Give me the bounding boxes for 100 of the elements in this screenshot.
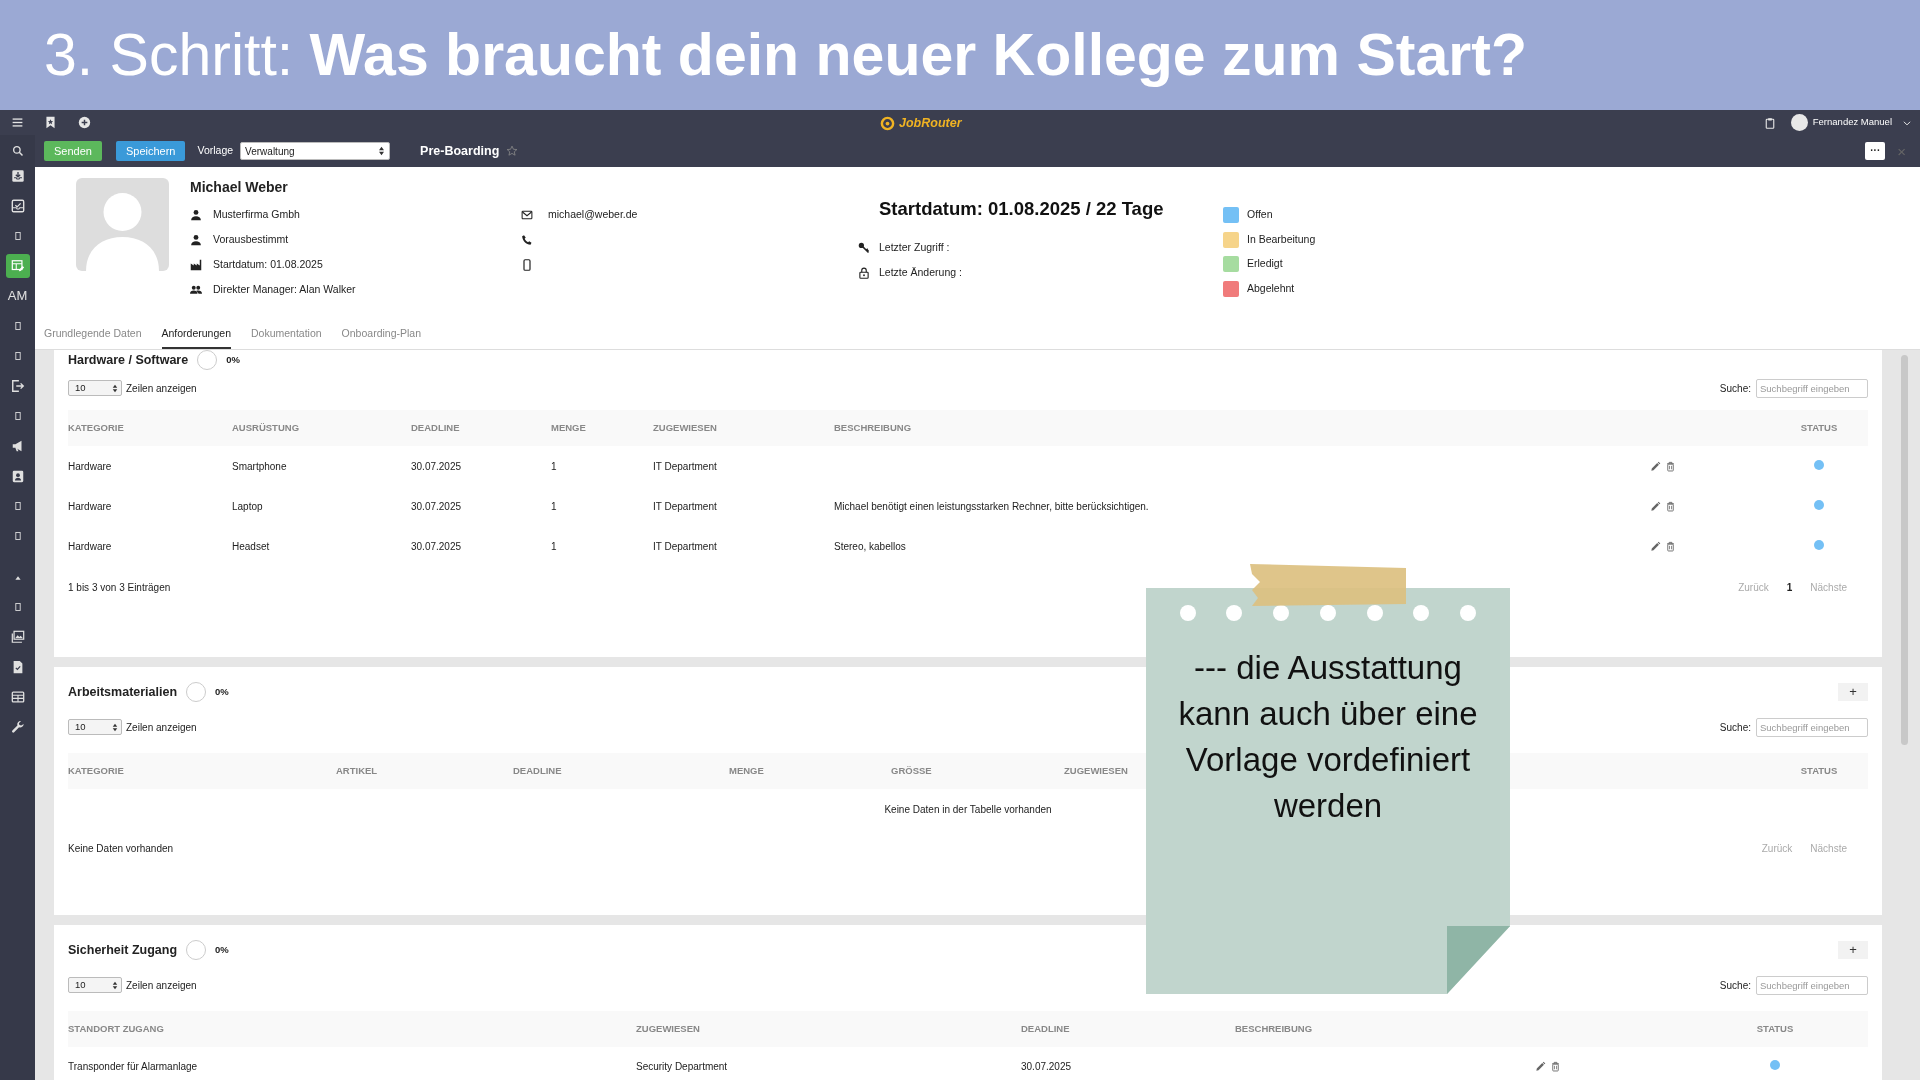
tab[interactable]: Grundlegende Daten — [44, 326, 142, 349]
table-cell-text: Stereo, kabellos — [834, 539, 907, 554]
ring-icon — [185, 939, 208, 961]
legend-label: Offen — [1247, 207, 1273, 223]
wrench-icon — [10, 720, 25, 734]
page-length-select[interactable]: 10 — [68, 977, 122, 993]
column-header: DEADLINE — [1021, 1011, 1235, 1047]
star-icon[interactable] — [506, 145, 519, 157]
section-title: Sicherheit Zugang — [68, 941, 178, 959]
template-select[interactable]: Verwaltung — [240, 142, 391, 160]
menu-icon[interactable] — [11, 116, 24, 129]
pencil-icon[interactable] — [1650, 460, 1661, 472]
folded-corner-drawing — [1447, 926, 1510, 994]
legend-label: Erledigt — [1247, 256, 1283, 272]
trash-icon[interactable] — [1665, 460, 1676, 472]
table-cell: Hardware — [68, 446, 232, 486]
table-cell: 1 — [551, 486, 653, 526]
more-button[interactable]: ··· — [1865, 142, 1886, 160]
table-cell: 30.07.2025 — [411, 446, 551, 486]
table-cell: Headset — [232, 526, 411, 566]
column-header: ZUGEWIESEN — [653, 410, 834, 446]
user-avatar[interactable] — [1790, 114, 1808, 131]
contact-badge-icon — [10, 469, 25, 483]
pencil-icon[interactable] — [1650, 540, 1661, 552]
ring-icon — [185, 681, 208, 703]
table-cell: IT Department — [653, 486, 834, 526]
person-icon — [190, 208, 202, 221]
field-label: Letzter Zugriff : — [879, 239, 950, 255]
table-cell: IT Department — [653, 526, 834, 566]
sort-arrows-icon — [112, 980, 118, 990]
bookmark-icon[interactable] — [44, 116, 57, 129]
search-label: Suche: — [1719, 381, 1751, 396]
table-cell: Hardware — [68, 526, 232, 566]
detail-text: Startdatum: 01.08.2025 — [213, 256, 323, 272]
page-length-label: Zeilen anzeigen — [126, 381, 197, 396]
sidebar-item[interactable]: AM — [5, 284, 30, 308]
table-cell: 1 — [551, 526, 653, 566]
column-header: STATUS — [1720, 1011, 1830, 1047]
page-length-label: Zeilen anzeigen — [126, 978, 197, 993]
search-field[interactable]: Suchbegriff eingeben — [1756, 717, 1868, 737]
employee-name: Michael Weber — [190, 178, 289, 197]
page-link[interactable]: 1 — [1768, 579, 1793, 595]
start-date-heading: Startdatum: 01.08.2025 / 22 Tage — [879, 197, 1165, 221]
table-cell-text: Michael benötigt einen leistungsstarken Rechner, bitte berücksichtigen. — [834, 499, 1150, 514]
page-length-select[interactable]: 10 — [68, 719, 122, 735]
add-circle-icon[interactable] — [78, 116, 91, 129]
table-cell: 30.07.2025 — [1021, 1047, 1235, 1080]
page-length-select[interactable]: 10 — [68, 380, 122, 396]
mail-icon — [521, 208, 533, 221]
gallery-icon — [10, 630, 25, 644]
clipboard-icon[interactable] — [1763, 116, 1776, 129]
lock-icon — [858, 266, 870, 279]
progress-percent: 0% — [215, 942, 229, 957]
column-header: STANDORT ZUGANG — [68, 1011, 636, 1047]
scrollbar-thumb[interactable] — [1901, 355, 1908, 745]
trash-icon[interactable] — [1550, 1060, 1561, 1072]
user-name[interactable]: Fernandez Manuel — [1812, 115, 1892, 130]
tab[interactable]: Dokumentation — [251, 326, 322, 349]
table-cell: Transponder für Alarmanlage — [68, 1047, 636, 1080]
pencil-icon[interactable] — [1650, 500, 1661, 512]
sort-arrows-icon — [112, 383, 118, 393]
add-button[interactable]: + — [1838, 683, 1868, 701]
column-header: STATUS — [1770, 410, 1868, 446]
add-button[interactable]: + — [1838, 941, 1868, 959]
search-field[interactable]: Suchbegriff eingeben — [1756, 378, 1868, 398]
column-header: ARTIKEL — [336, 753, 513, 789]
table-cell: Hardware — [68, 486, 232, 526]
mobile-phone-icon — [521, 258, 533, 271]
table-info: 1 bis 3 von 3 Einträgen — [68, 580, 171, 595]
logo: JobRouter — [899, 115, 962, 132]
column-header: BESCHREIBUNG — [834, 410, 1650, 446]
section-title: Hardware / Software — [68, 351, 189, 369]
trash-icon[interactable] — [1665, 500, 1676, 512]
tab[interactable]: Onboarding-Plan — [341, 326, 421, 349]
column-header: KATEGORIE — [68, 410, 232, 446]
section-title: Arbeitsmaterialien — [68, 683, 178, 701]
column-header: BESCHREIBUNG — [1235, 1011, 1535, 1047]
sort-arrows-icon — [112, 722, 118, 732]
person-icon — [190, 233, 202, 246]
column-header: KATEGORIE — [68, 753, 336, 789]
pencil-icon[interactable] — [1535, 1060, 1546, 1072]
column-header: STATUS — [1770, 753, 1868, 789]
column-header: GRÖSSE — [891, 753, 1064, 789]
exit-icon — [10, 379, 25, 393]
detail-text: Direkter Manager: Alan Walker — [213, 281, 356, 297]
detail-text: Musterfirma Gmbh — [213, 206, 300, 222]
trash-icon[interactable] — [1665, 540, 1676, 552]
table-cell: 1 — [551, 446, 653, 486]
column-header: MENGE — [729, 753, 891, 789]
table-cell: IT Department — [653, 446, 834, 486]
table-cell: Security Department — [636, 1047, 1021, 1080]
page-length-label: Zeilen anzeigen — [126, 720, 197, 735]
column-header: DEADLINE — [513, 753, 729, 789]
table-cell: 30.07.2025 — [411, 486, 551, 526]
search-icon[interactable] — [11, 145, 24, 157]
search-field[interactable]: Suchbegriff eingeben — [1756, 975, 1868, 995]
search-label: Suche: — [1719, 720, 1751, 735]
field-label: Letzte Änderung : — [879, 264, 962, 280]
sidebar-item[interactable] — [5, 254, 30, 278]
progress-percent: 0% — [215, 684, 229, 699]
